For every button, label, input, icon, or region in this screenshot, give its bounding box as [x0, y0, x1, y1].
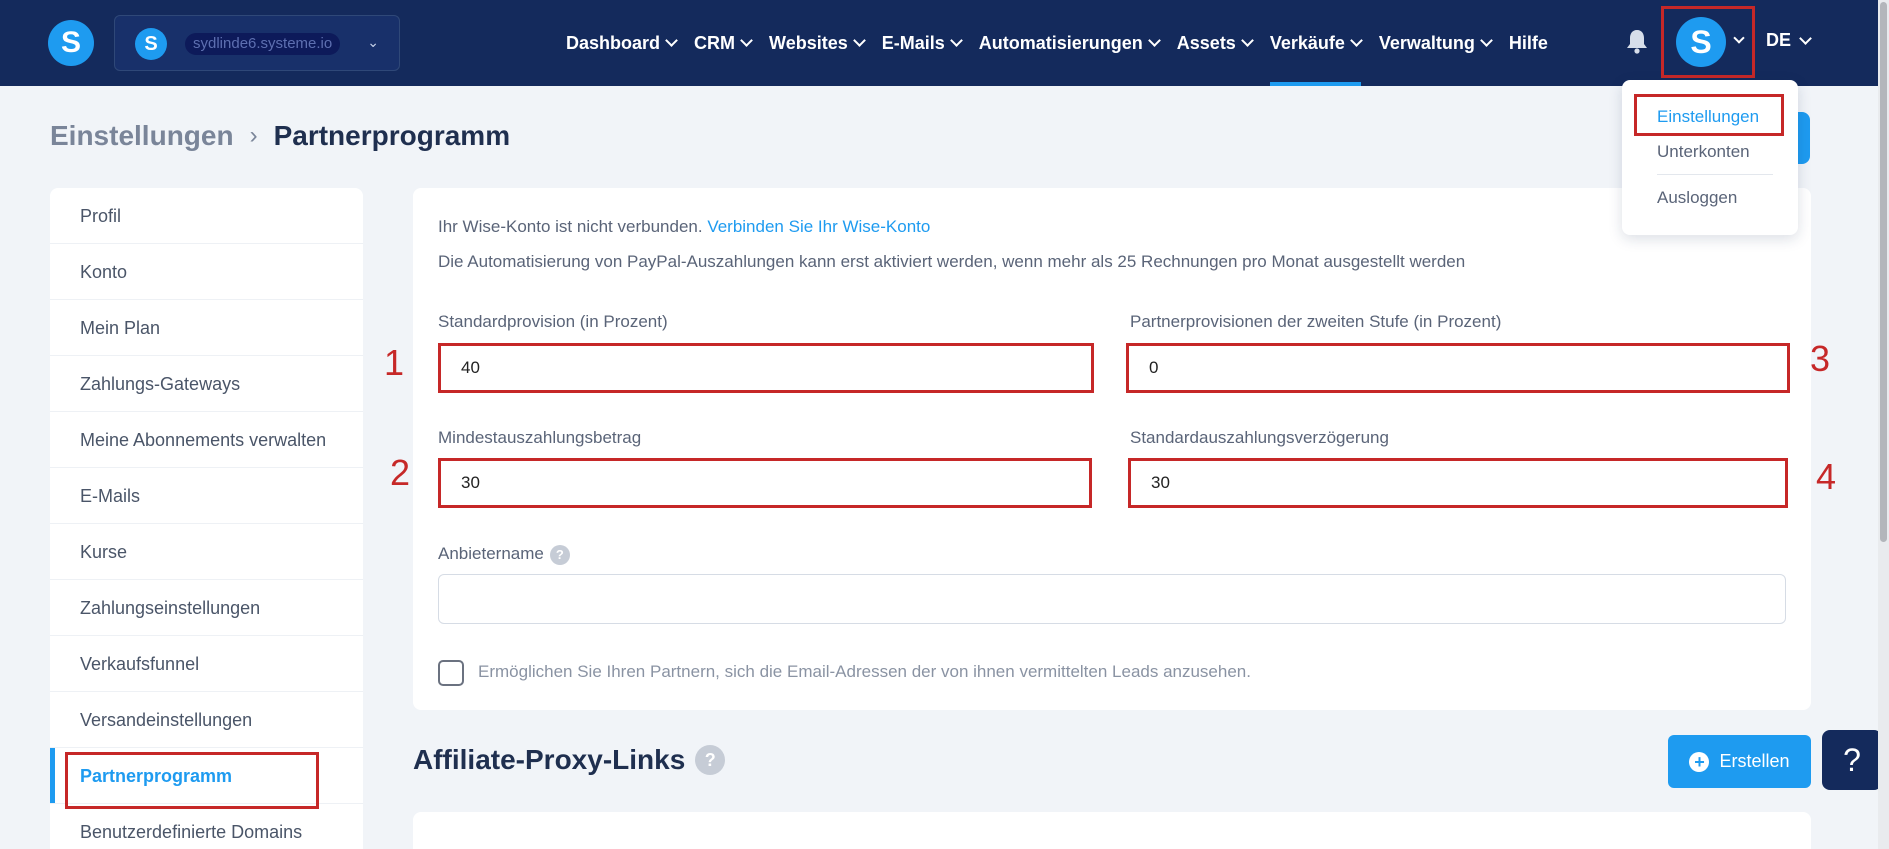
create-button-label: Erstellen: [1719, 751, 1790, 771]
nav-hilfe[interactable]: Hilfe: [1509, 0, 1548, 86]
sidebar-item-verkaufsfunnel[interactable]: Verkaufsfunnel: [50, 636, 363, 692]
nav-verkaeufe[interactable]: Verkäufe: [1269, 0, 1363, 86]
min-payout-input[interactable]: 30: [438, 458, 1092, 508]
sidebar-item-zahlungs-gateways[interactable]: Zahlungs-Gateways: [50, 356, 363, 412]
annotation-number: 1: [384, 342, 405, 383]
chevron-down-icon: [1350, 34, 1363, 47]
annotation-number: 3: [1810, 338, 1831, 379]
account-name: sydlinde6.systeme.io: [185, 33, 341, 55]
affiliate-title-text: Affiliate-Proxy-Links: [413, 744, 686, 775]
standard-commission-input[interactable]: 40: [438, 343, 1094, 393]
paypal-note: Die Automatisierung von PayPal-Auszahlun…: [438, 252, 1466, 271]
chevron-right-icon: ›: [249, 122, 258, 149]
chevron-down-icon: [1480, 34, 1493, 47]
nav-label: Hilfe: [1508, 32, 1548, 53]
sidebar-item-versandeinstellungen[interactable]: Versandeinstellungen: [50, 692, 363, 748]
provider-name-input[interactable]: [438, 574, 1786, 624]
plus-icon: +: [1689, 751, 1710, 772]
nav-verwaltung[interactable]: Verwaltung: [1378, 0, 1493, 86]
top-navigation-bar: S S sydlinde6.systeme.io ⌄ Dashboard CRM…: [0, 0, 1889, 86]
sidebar-item-profil[interactable]: Profil: [50, 188, 363, 244]
account-selector[interactable]: S sydlinde6.systeme.io ⌄: [114, 15, 400, 71]
nav-assets[interactable]: Assets: [1176, 0, 1254, 86]
sidebar-item-partnerprogramm[interactable]: Partnerprogramm: [50, 748, 363, 809]
language-label: DE: [1766, 30, 1792, 50]
nav-label: CRM: [694, 32, 736, 53]
nav-dashboard[interactable]: Dashboard: [566, 0, 678, 86]
help-chat-button[interactable]: ?: [1822, 730, 1882, 790]
nav-label: Websites: [769, 32, 848, 53]
help-icon[interactable]: ?: [549, 544, 570, 565]
nav-emails[interactable]: E-Mails: [881, 0, 963, 86]
menu-divider: [1657, 174, 1773, 175]
payout-delay-input[interactable]: 30: [1128, 458, 1788, 508]
sidebar-item-domains[interactable]: Benutzerdefinierte Domains: [50, 804, 363, 849]
chevron-down-icon: [1147, 34, 1161, 47]
affiliate-proxy-links-heading: Affiliate-Proxy-Links ?: [413, 744, 726, 776]
wise-note: Ihr Wise-Konto ist nicht verbunden. Verb…: [438, 217, 930, 237]
menu-item-unterkonten[interactable]: Unterkonten: [1657, 142, 1750, 162]
chevron-down-icon: [740, 34, 753, 47]
standard-commission-label: Standardprovision (in Prozent): [438, 312, 668, 331]
breadcrumb: Einstellungen › Partnerprogramm: [50, 120, 510, 152]
annotation-number: 2: [390, 452, 411, 493]
show-leads-email-label: Ermöglichen Sie Ihren Partnern, sich die…: [478, 662, 1251, 681]
highlight-box: [65, 752, 319, 809]
nav-label: Automatisierungen: [978, 32, 1143, 53]
account-logo-icon: S: [135, 28, 167, 60]
nav-label: Assets: [1176, 32, 1236, 53]
second-tier-label: Partnerprovisionen der zweiten Stufe (in…: [1130, 312, 1502, 331]
partner-settings-card: Ihr Wise-Konto ist nicht verbunden. Verb…: [413, 188, 1811, 710]
chevron-down-icon: [1799, 31, 1812, 45]
nav-label: E-Mails: [881, 32, 945, 53]
show-leads-email-checkbox[interactable]: [438, 660, 464, 686]
chevron-down-icon: [1733, 32, 1745, 44]
second-tier-input[interactable]: 0: [1126, 343, 1790, 393]
nav-label: Verwaltung: [1378, 32, 1475, 53]
settings-sidebar: Profil Konto Mein Plan Zahlungs-Gateways…: [50, 188, 363, 849]
wise-note-text: Ihr Wise-Konto ist nicht verbunden.: [438, 217, 703, 236]
sidebar-item-mein-plan[interactable]: Mein Plan: [50, 300, 363, 356]
sidebar-item-konto[interactable]: Konto: [50, 244, 363, 300]
help-icon[interactable]: ?: [695, 745, 726, 775]
chevron-down-icon: [1240, 34, 1254, 47]
main-nav: Dashboard CRM Websites E-Mails Automatis…: [566, 0, 1566, 86]
provider-name-label-text: Anbietername: [438, 544, 544, 563]
affiliate-links-card: [413, 812, 1811, 849]
scrollbar-thumb[interactable]: [1880, 2, 1887, 542]
nav-label: Dashboard: [566, 32, 661, 53]
nav-crm[interactable]: CRM: [694, 0, 753, 86]
connect-wise-link[interactable]: Verbinden Sie Ihr Wise-Konto: [707, 217, 930, 236]
nav-label: Verkäufe: [1269, 32, 1345, 53]
nav-websites[interactable]: Websites: [769, 0, 866, 86]
breadcrumb-parent[interactable]: Einstellungen: [50, 120, 234, 152]
annotation-number: 4: [1816, 456, 1837, 497]
provider-name-label: Anbietername?: [438, 544, 570, 565]
sidebar-item-kurse[interactable]: Kurse: [50, 524, 363, 580]
page-title: Partnerprogramm: [273, 120, 511, 151]
sidebar-item-abonnements[interactable]: Meine Abonnements verwalten: [50, 412, 363, 468]
sidebar-item-emails[interactable]: E-Mails: [50, 468, 363, 524]
min-payout-label: Mindestauszahlungsbetrag: [438, 428, 642, 447]
nav-automatisierungen[interactable]: Automatisierungen: [978, 0, 1161, 86]
create-button[interactable]: + Erstellen: [1668, 735, 1811, 788]
user-menu-toggle[interactable]: S: [1661, 6, 1755, 78]
chevron-down-icon: [949, 34, 963, 47]
payout-delay-label: Standardauszahlungsverzögerung: [1130, 428, 1389, 447]
chevron-down-icon: ⌄: [367, 34, 379, 50]
menu-item-einstellungen[interactable]: Einstellungen: [1657, 107, 1759, 127]
language-selector[interactable]: DE: [1766, 30, 1812, 51]
chevron-down-icon: [852, 34, 866, 47]
user-dropdown-menu: Einstellungen Unterkonten Ausloggen: [1622, 80, 1798, 235]
avatar: S: [1676, 17, 1726, 67]
sidebar-item-zahlungseinstellungen[interactable]: Zahlungseinstellungen: [50, 580, 363, 636]
bell-icon[interactable]: [1626, 28, 1648, 54]
systeme-logo[interactable]: S: [48, 20, 94, 66]
page-scrollbar[interactable]: [1878, 0, 1889, 849]
menu-item-ausloggen[interactable]: Ausloggen: [1657, 188, 1737, 208]
chevron-down-icon: [665, 34, 678, 47]
